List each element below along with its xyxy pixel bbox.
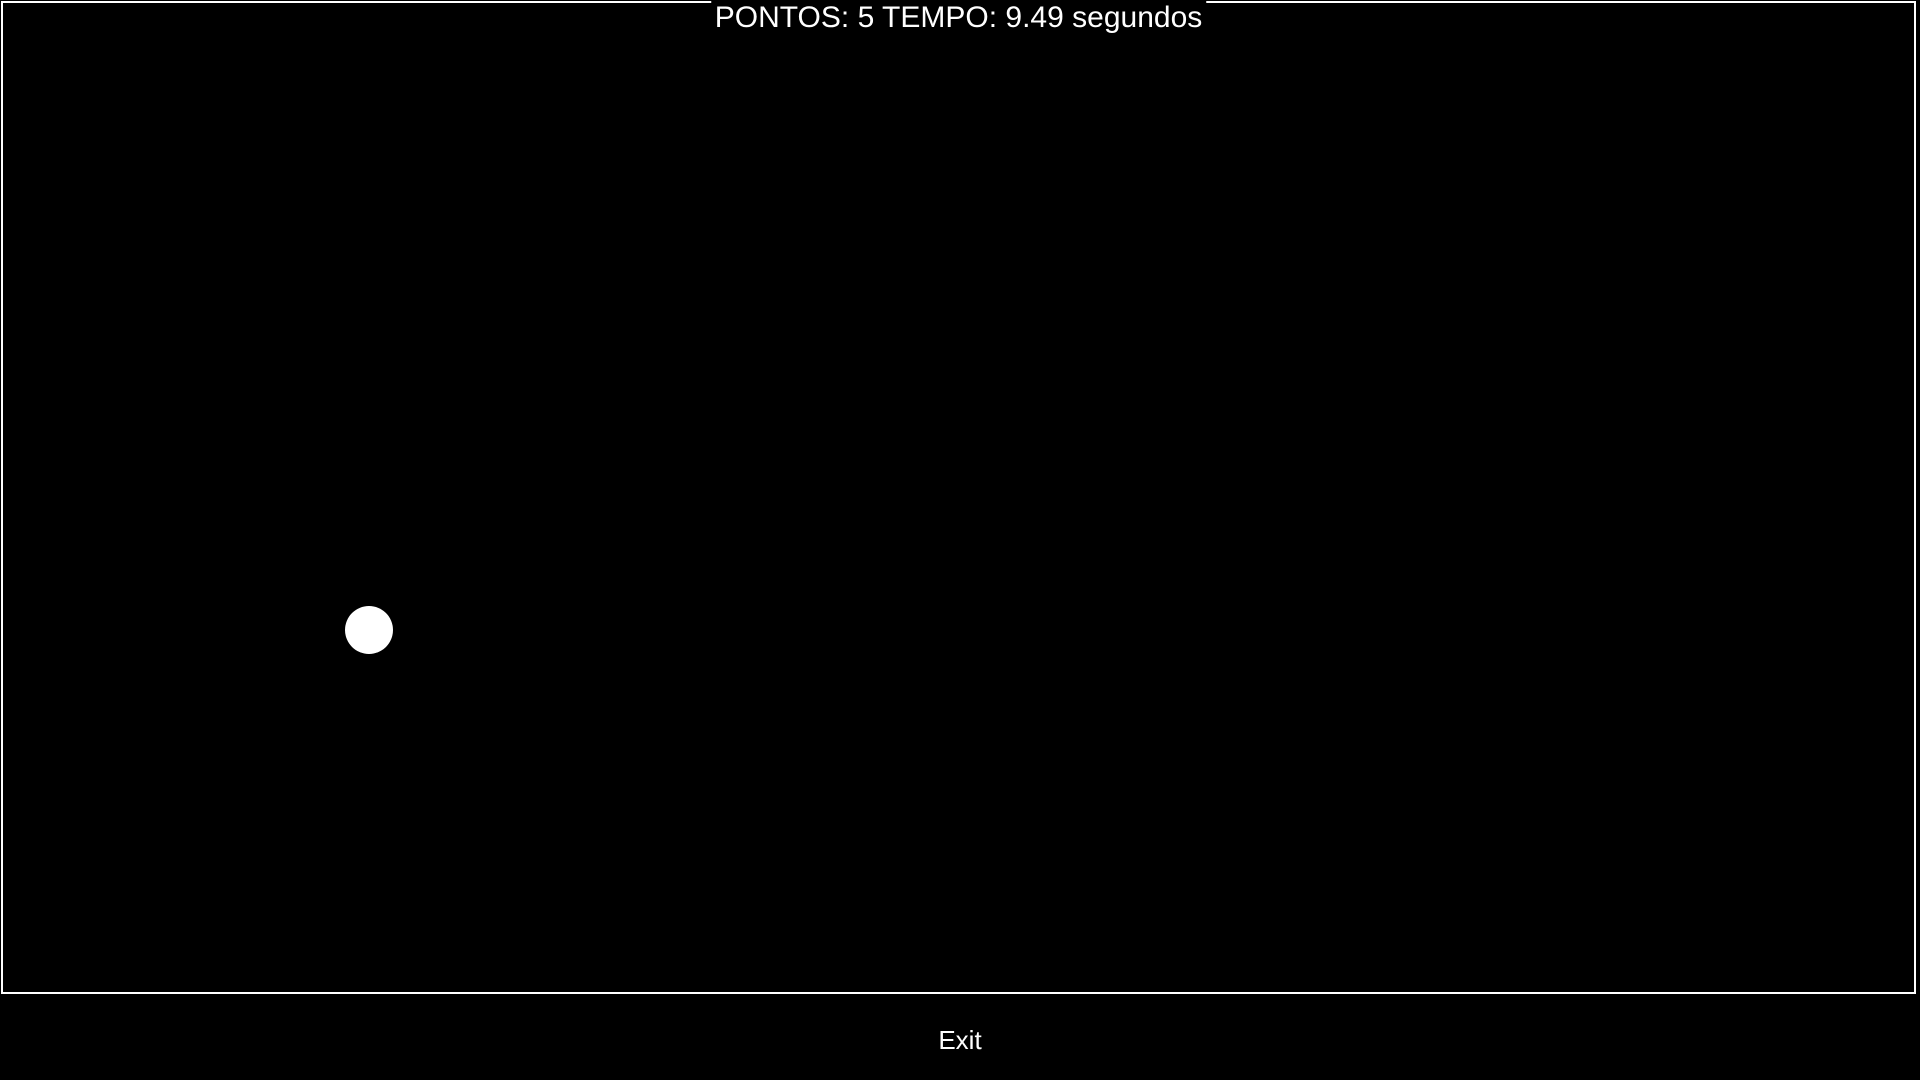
time-value: 9.49	[1005, 1, 1064, 34]
exit-button[interactable]: Exit	[930, 1023, 989, 1058]
time-label: TEMPO:	[882, 1, 998, 34]
time-unit: segundos	[1072, 1, 1203, 34]
points-value: 5	[857, 1, 875, 34]
ball-target[interactable]	[345, 606, 393, 654]
game-root: PONTOS: 5 TEMPO: 9.49 segundos Exit	[0, 0, 1920, 1080]
footer-bar: Exit	[0, 995, 1920, 1080]
points-label: PONTOS:	[714, 1, 850, 34]
play-area[interactable]: PONTOS: 5 TEMPO: 9.49 segundos	[1, 0, 1916, 994]
score-time-display: PONTOS: 5 TEMPO: 9.49 segundos	[710, 0, 1207, 37]
